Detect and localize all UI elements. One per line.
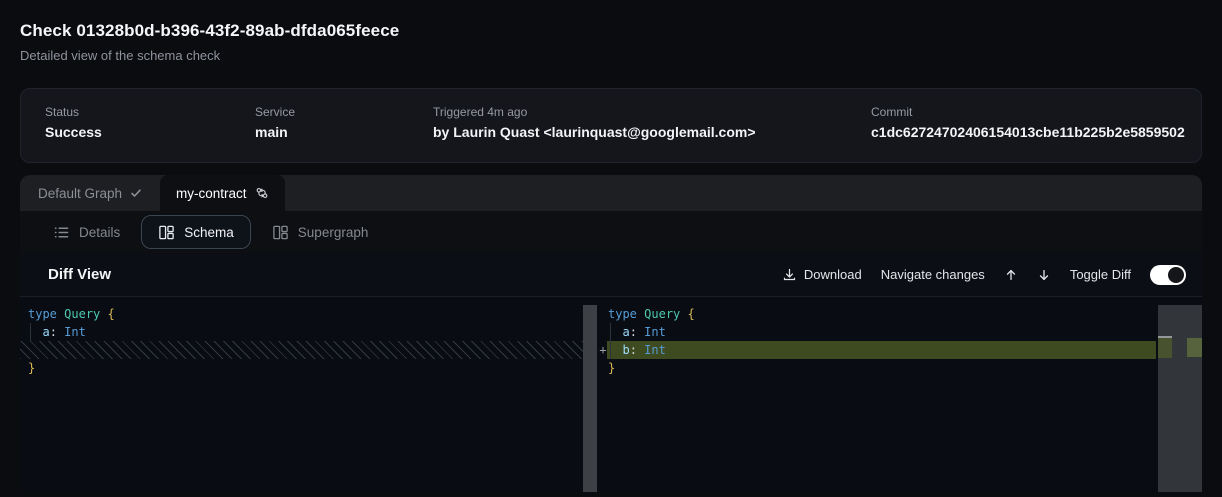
before-code-line: type Query { xyxy=(20,305,597,323)
view-tab-bar: Details Schema Supergraph xyxy=(20,211,1202,253)
tab-supergraph[interactable]: Supergraph xyxy=(255,215,386,249)
view-tab-label: Details xyxy=(79,225,120,240)
before-code-line: a: Int xyxy=(20,323,597,341)
page-subtitle: Detailed view of the schema check xyxy=(20,48,1202,63)
code-token: Int xyxy=(64,325,86,339)
meta-service: Service main xyxy=(255,105,433,162)
download-label: Download xyxy=(804,267,862,282)
toggle-diff-label: Toggle Diff xyxy=(1070,267,1131,282)
list-icon xyxy=(53,224,70,241)
right-pane-scrollbar[interactable] xyxy=(1158,305,1202,492)
code-token xyxy=(608,325,622,339)
code-token: a xyxy=(622,325,629,339)
schema-diff-editor: type Query { a: Int} type Query { a: Int… xyxy=(20,297,1202,492)
graph-tab-label: Default Graph xyxy=(38,186,122,201)
diff-view-title: Diff View xyxy=(48,266,111,283)
tab-schema[interactable]: Schema xyxy=(141,215,251,249)
navigate-changes-button[interactable]: Navigate changes xyxy=(881,267,985,282)
check-meta-card: Status Success Service main Triggered 4m… xyxy=(20,88,1202,163)
code-token: type xyxy=(608,307,637,321)
diff-pane-after: type Query { a: Int+ b: Int} xyxy=(597,297,1202,492)
diff-pane-before: type Query { a: Int} xyxy=(20,297,597,492)
check-detail-panel: Default Graph my-contract xyxy=(20,175,1202,492)
view-tab-label: Schema xyxy=(184,225,234,240)
left-pane-scrollbar[interactable] xyxy=(583,305,597,492)
added-line-plus-marker: + xyxy=(598,341,608,359)
git-compare-icon xyxy=(255,186,269,200)
page-header: Check 01328b0d-b396-43f2-89ab-dfda065fee… xyxy=(20,0,1202,63)
view-tab-label: Supergraph xyxy=(298,225,369,240)
code-token: } xyxy=(28,361,35,375)
service-value: main xyxy=(255,124,433,140)
status-value: Success xyxy=(45,124,255,140)
code-token: Query xyxy=(64,307,100,321)
after-code-line: type Query { xyxy=(597,305,1202,323)
meta-label: Commit xyxy=(871,105,1201,119)
navigate-changes-label: Navigate changes xyxy=(881,267,985,282)
code-token xyxy=(680,307,687,321)
meta-status: Status Success xyxy=(45,105,255,162)
code-token: : xyxy=(630,343,637,357)
graph-tab-label: my-contract xyxy=(176,186,247,201)
code-token: { xyxy=(108,307,115,321)
toggle-knob xyxy=(1168,267,1184,283)
code-token: b xyxy=(622,343,629,357)
after-code-line-added: + b: Int xyxy=(597,341,1202,359)
code-token: Int xyxy=(644,343,666,357)
meta-label: Service xyxy=(255,105,433,119)
code-token: Int xyxy=(644,325,666,339)
previous-change-button[interactable] xyxy=(1004,268,1018,282)
tab-default-graph[interactable]: Default Graph xyxy=(20,175,160,211)
code-token: Query xyxy=(644,307,680,321)
added-line-scroll-marker xyxy=(1158,338,1172,358)
arrow-up-icon xyxy=(1004,268,1018,282)
graph-tab-bar: Default Graph my-contract xyxy=(20,175,1202,211)
added-line-highlight xyxy=(607,341,1156,359)
page-title: Check 01328b0d-b396-43f2-89ab-dfda065fee… xyxy=(20,21,1202,41)
before-code-line-omitted xyxy=(20,341,597,359)
after-code-line: a: Int xyxy=(597,323,1202,341)
arrow-down-icon xyxy=(1037,268,1051,282)
code-token: { xyxy=(688,307,695,321)
meta-commit: Commit c1dc62724702406154013cbe11b225b2e… xyxy=(871,105,1201,162)
commit-value: c1dc62724702406154013cbe11b225b2e5859502 xyxy=(871,124,1201,140)
code-token: : xyxy=(630,325,637,339)
tab-my-contract[interactable]: my-contract xyxy=(160,175,285,211)
code-token xyxy=(100,307,107,321)
code-token xyxy=(28,325,42,339)
meta-label: Status xyxy=(45,105,255,119)
before-code-line: } xyxy=(20,359,597,377)
check-icon xyxy=(130,187,142,199)
page: Check 01328b0d-b396-43f2-89ab-dfda065fee… xyxy=(0,0,1222,492)
code-token xyxy=(608,343,622,357)
code-token: } xyxy=(608,361,615,375)
diff-toolbar: Download Navigate changes Toggle Diff xyxy=(782,265,1186,285)
toggle-diff-switch[interactable] xyxy=(1150,265,1186,285)
meta-label: Triggered 4m ago xyxy=(433,105,871,119)
code-token: type xyxy=(28,307,57,321)
download-icon xyxy=(782,267,797,282)
after-code-line: } xyxy=(597,359,1202,377)
code-token: a xyxy=(42,325,49,339)
added-line-overview-marker xyxy=(1187,338,1202,357)
tab-details[interactable]: Details xyxy=(36,215,137,249)
panels-icon xyxy=(158,224,175,241)
download-button[interactable]: Download xyxy=(782,267,862,282)
triggered-by-value: by Laurin Quast <laurinquast@googlemail.… xyxy=(433,124,871,140)
diff-view-header: Diff View Download Navigate changes xyxy=(20,253,1202,297)
meta-triggered: Triggered 4m ago by Laurin Quast <laurin… xyxy=(433,105,871,162)
code-token: : xyxy=(50,325,57,339)
panels-icon xyxy=(272,224,289,241)
next-change-button[interactable] xyxy=(1037,268,1051,282)
